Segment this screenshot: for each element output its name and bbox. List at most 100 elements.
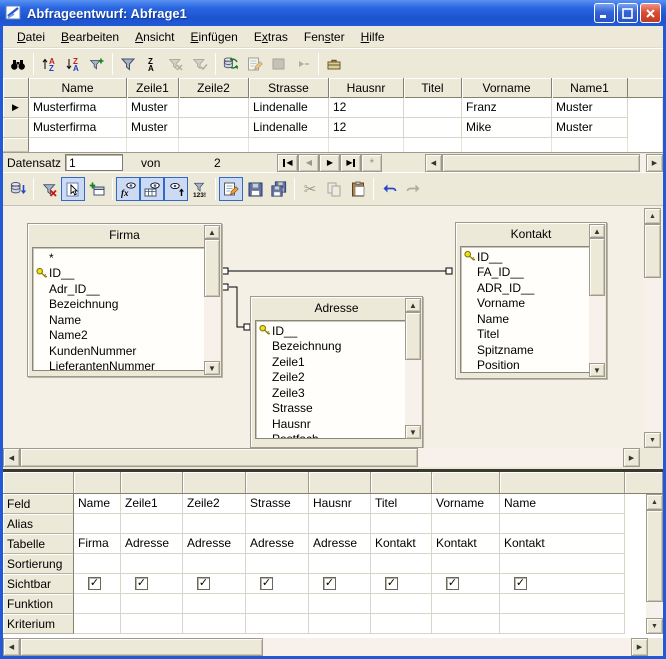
table-title[interactable]: Firma xyxy=(28,224,221,246)
alias-cell[interactable] xyxy=(500,514,625,534)
field-list-scrollbar[interactable]: ▲ ▼ xyxy=(204,225,220,375)
grid-cell[interactable]: Lindenalle xyxy=(249,98,329,118)
alias-cell[interactable] xyxy=(309,514,371,534)
result-grid-hscrollbar[interactable]: ◀ ▶ xyxy=(425,154,663,172)
column-header[interactable]: Vorname xyxy=(462,78,552,98)
filter-apply-button[interactable] xyxy=(188,52,212,76)
grid-cell[interactable] xyxy=(404,98,462,118)
tabelle-cell[interactable]: Adresse xyxy=(183,534,246,554)
scroll-right-icon[interactable]: ▶ xyxy=(623,448,640,467)
remove-filter-button[interactable] xyxy=(37,177,61,201)
scrollbar-thumb[interactable] xyxy=(442,154,640,172)
sortierung-cell[interactable] xyxy=(183,554,246,574)
column-header[interactable]: Name xyxy=(29,78,127,98)
field-row[interactable]: ID__ xyxy=(461,249,583,265)
qcol-header[interactable] xyxy=(121,472,183,493)
column-header[interactable]: Zeile1 xyxy=(127,78,179,98)
briefcase-button[interactable] xyxy=(322,52,346,76)
refresh-data-button[interactable] xyxy=(219,52,243,76)
table-box-kontakt[interactable]: Kontakt ID__ FA_ID__ ADR_ID__ Vorname Na… xyxy=(455,222,607,379)
field-row[interactable]: Spitzname xyxy=(461,342,583,358)
sichtbar-cell[interactable]: ✓ xyxy=(121,574,183,594)
grid-cell[interactable]: Muster xyxy=(127,98,179,118)
alias-cell[interactable] xyxy=(121,514,183,534)
checkbox-checked-icon[interactable]: ✓ xyxy=(323,577,336,590)
edit-form-button[interactable] xyxy=(243,52,267,76)
sichtbar-cell[interactable]: ✓ xyxy=(371,574,432,594)
field-row[interactable]: Position xyxy=(461,358,583,374)
paste-button[interactable] xyxy=(346,177,370,201)
maximize-button[interactable] xyxy=(617,3,638,23)
sichtbar-cell[interactable]: ✓ xyxy=(309,574,371,594)
save-all-button[interactable] xyxy=(267,177,291,201)
minimize-button[interactable] xyxy=(594,3,615,23)
feld-cell[interactable]: Vorname xyxy=(432,494,500,514)
scroll-up-icon[interactable]: ▲ xyxy=(589,224,605,238)
field-row[interactable]: Zeile2 xyxy=(256,370,399,386)
scroll-up-icon[interactable]: ▲ xyxy=(204,225,220,239)
record-selector[interactable]: ▶ xyxy=(3,98,29,118)
table-box-firma[interactable]: Firma * ID__ Adr_ID__ Bezeichnung Name N… xyxy=(27,223,222,377)
select-pointer-button[interactable] xyxy=(61,177,85,201)
funktion-cell[interactable] xyxy=(246,594,309,614)
sortierung-cell[interactable] xyxy=(246,554,309,574)
copy-button[interactable] xyxy=(322,177,346,201)
feld-cell[interactable]: Zeile1 xyxy=(121,494,183,514)
feld-cell[interactable]: Zeile2 xyxy=(183,494,246,514)
cut-button[interactable]: ✂ xyxy=(298,177,322,201)
grid-cell[interactable]: 12 xyxy=(329,98,404,118)
field-row[interactable]: Titel xyxy=(461,327,583,343)
sichtbar-cell[interactable]: ✓ xyxy=(183,574,246,594)
feld-cell[interactable]: Strasse xyxy=(246,494,309,514)
show-functions-button[interactable]: fx xyxy=(116,177,140,201)
grid-cell[interactable]: Musterfirma xyxy=(29,118,127,138)
tabelle-cell[interactable]: Adresse xyxy=(309,534,371,554)
scroll-up-icon[interactable]: ▲ xyxy=(646,494,663,510)
sichtbar-cell[interactable]: ✓ xyxy=(74,574,121,594)
qcol-header[interactable] xyxy=(371,472,432,493)
design-hscrollbar[interactable]: ◀ ▶ xyxy=(3,448,640,467)
field-row[interactable]: Zeile1 xyxy=(256,354,399,370)
qcol-header[interactable] xyxy=(432,472,500,493)
database-down-button[interactable] xyxy=(6,177,30,201)
grid-cell[interactable]: Musterfirma xyxy=(29,98,127,118)
scroll-down-icon[interactable]: ▼ xyxy=(204,361,220,375)
feld-cell[interactable]: Titel xyxy=(371,494,432,514)
qcol-header[interactable] xyxy=(246,472,309,493)
field-row[interactable]: ID__ xyxy=(33,266,198,282)
sichtbar-cell[interactable]: ✓ xyxy=(246,574,309,594)
field-row[interactable]: Strasse xyxy=(256,401,399,417)
picture-button[interactable] xyxy=(267,52,291,76)
scroll-down-icon[interactable]: ▼ xyxy=(405,425,421,439)
record-selector[interactable] xyxy=(3,118,29,138)
kriterium-cell[interactable] xyxy=(121,614,183,634)
alias-cell[interactable] xyxy=(74,514,121,534)
record-selector[interactable] xyxy=(3,138,29,152)
show-sort-button[interactable] xyxy=(164,177,188,201)
checkbox-checked-icon[interactable]: ✓ xyxy=(88,577,101,590)
menu-item-hilfe[interactable]: Hilfe xyxy=(353,28,393,46)
alias-cell[interactable] xyxy=(432,514,500,534)
previous-record-button[interactable]: ◀ xyxy=(298,154,319,172)
query-design-canvas[interactable]: Firma * ID__ Adr_ID__ Bezeichnung Name N… xyxy=(3,205,663,448)
alias-cell[interactable] xyxy=(371,514,432,534)
filter-button[interactable] xyxy=(116,52,140,76)
tabelle-cell[interactable]: Kontakt xyxy=(432,534,500,554)
find-button[interactable] xyxy=(6,52,30,76)
scroll-down-icon[interactable]: ▼ xyxy=(644,432,661,448)
checkbox-checked-icon[interactable]: ✓ xyxy=(446,577,459,590)
sortierung-cell[interactable] xyxy=(74,554,121,574)
query-properties-button[interactable] xyxy=(219,177,243,201)
select-all-header[interactable] xyxy=(3,78,29,98)
checkbox-checked-icon[interactable]: ✓ xyxy=(197,577,210,590)
feld-cell[interactable]: Name xyxy=(500,494,625,514)
checkbox-checked-icon[interactable]: ✓ xyxy=(514,577,527,590)
checkbox-checked-icon[interactable]: ✓ xyxy=(260,577,273,590)
filter-add-button[interactable] xyxy=(85,52,109,76)
field-list-scrollbar[interactable]: ▲ ▼ xyxy=(589,224,605,377)
field-row[interactable]: KundenNummer xyxy=(33,343,198,359)
first-record-button[interactable]: ◀ xyxy=(277,154,298,172)
table-title[interactable]: Adresse xyxy=(251,297,422,319)
filter-delete-button[interactable] xyxy=(164,52,188,76)
tabelle-cell[interactable]: Kontakt xyxy=(371,534,432,554)
